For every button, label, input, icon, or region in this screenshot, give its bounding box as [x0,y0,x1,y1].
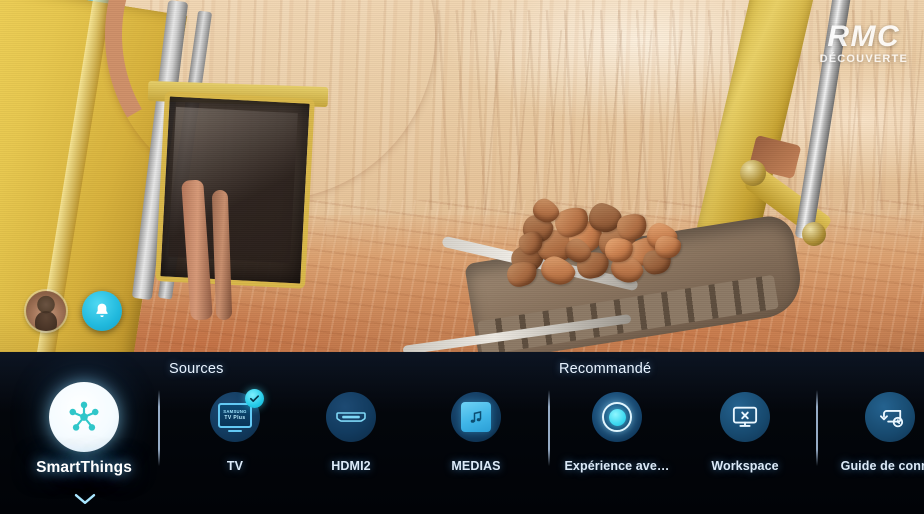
background-video[interactable]: RMC DÉCOUVERTE [0,0,924,352]
divider-before-guide [816,390,818,466]
tile-medias-label: MEDIAS [451,459,501,473]
expand-chevron-button[interactable] [73,492,97,506]
tile-experience-icon-wrap [592,385,642,449]
workspace-icon-circle [720,392,770,442]
tile-workspace[interactable]: Workspace [685,385,805,473]
ambient-circle-icon [592,392,642,442]
divider-before-recommande [548,390,550,466]
tile-medias-icon-wrap [451,385,501,449]
avatar[interactable] [26,291,66,331]
tile-hdmi2[interactable]: HDMI2 [291,385,411,473]
tile-guide-icon-wrap [865,385,915,449]
tile-tv[interactable]: SAMSUNG TV Plus TV [175,385,295,473]
check-icon [250,395,259,402]
medias-tile-square [461,402,491,432]
tile-smartthings[interactable]: SmartThings [24,382,144,477]
divider-after-smartthings [158,390,160,466]
hdmi-port-icon [336,412,366,422]
medias-icon-circle [451,392,501,442]
tv-screen: SAMSUNG TV Plus [218,402,252,428]
tile-hdmi2-icon-wrap [326,385,376,449]
connection-guide-icon [879,410,904,428]
music-note-icon [470,411,482,423]
ambient-inner-dot [608,408,626,426]
tv-screen-service: TV Plus [224,414,246,421]
tile-tv-label: TV [226,459,244,473]
monitor-x-icon [732,406,758,427]
smartthings-badge [49,382,119,452]
guide-icon-circle [865,392,915,442]
tv-stand [228,429,242,432]
tile-experience-label: Expérience ave… [564,459,670,473]
tile-experience-ambiante[interactable]: Expérience ave… [557,385,677,473]
tile-smartthings-label: SmartThings [36,459,132,476]
bell-icon [96,303,108,317]
section-label-sources: Sources [169,361,224,377]
tile-tv-icon-wrap: SAMSUNG TV Plus [210,385,264,449]
overlay-quick-actions [26,291,122,331]
tile-medias[interactable]: MEDIAS [416,385,536,473]
tile-workspace-icon-wrap [720,385,770,449]
tv-icon-circle: SAMSUNG TV Plus [210,389,264,442]
hdmi-icon-circle [326,392,376,442]
video-scanlines [0,0,924,352]
ambient-outer-ring [602,402,632,432]
channel-logo: RMC DÉCOUVERTE [820,22,908,65]
chevron-down-icon [74,494,96,504]
tile-guide-connexion[interactable]: Guide de conne. [830,385,924,473]
tv-home-screen: RMC DÉCOUVERTE Sources Recommandé SmartT… [0,0,924,514]
section-label-recommande: Recommandé [559,361,652,377]
tile-smartthings-icon-wrap [49,382,119,452]
smartthings-icon [69,401,99,431]
tile-hdmi2-label: HDMI2 [331,459,371,473]
channel-logo-sub: DÉCOUVERTE [819,53,908,65]
tile-guide-label: Guide de conne. [840,459,924,473]
notification-button[interactable] [82,291,122,331]
channel-logo-main: RMC [827,20,901,53]
tile-workspace-label: Workspace [711,459,779,473]
tv-icon: SAMSUNG TV Plus [218,402,252,432]
check-badge-icon [245,389,264,408]
